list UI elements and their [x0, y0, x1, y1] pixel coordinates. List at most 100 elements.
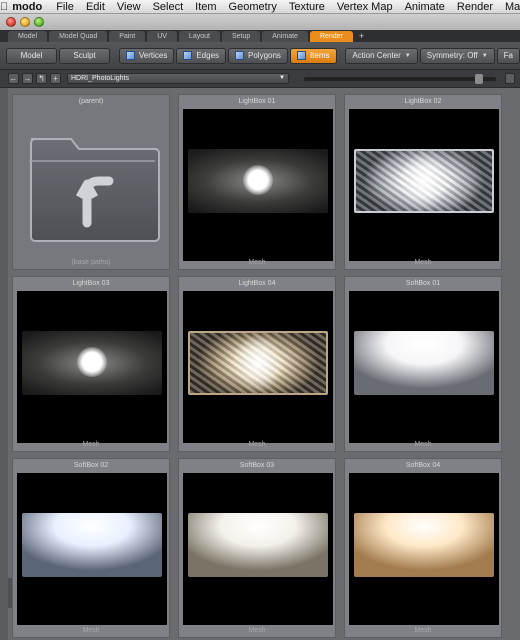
- cell-type: Mesh: [414, 441, 432, 448]
- cell-type: Mesh: [82, 441, 100, 448]
- chevron-down-icon: ▼: [404, 52, 411, 59]
- path-dropdown[interactable]: HDRI_PhotoLights ▼: [67, 73, 289, 84]
- preset-cell[interactable]: LightBox 04 Mesh: [178, 276, 336, 452]
- preset-cell[interactable]: LightBox 02 Mesh: [344, 94, 502, 270]
- cell-name: LightBox 01: [238, 98, 276, 105]
- cell-name: SoftBox 01: [405, 280, 441, 287]
- menu-overflow[interactable]: Ma: [499, 1, 520, 13]
- slider-knob[interactable]: [475, 74, 483, 84]
- tab-layout[interactable]: Layout: [178, 31, 220, 42]
- preset-cell[interactable]: SoftBox 03 Mesh: [178, 458, 336, 638]
- cell-type: Mesh: [248, 627, 266, 634]
- tab-animate[interactable]: Animate: [262, 31, 308, 42]
- zoom-window-button[interactable]: [34, 17, 44, 27]
- preset-cell[interactable]: SoftBox 04 Mesh: [344, 458, 502, 638]
- cell-type: Mesh: [414, 259, 432, 266]
- light-panel: [354, 513, 494, 577]
- menu-file[interactable]: File: [50, 1, 80, 13]
- cell-name: LightBox 04: [238, 280, 276, 287]
- preset-cell[interactable]: SoftBox 02 Mesh: [12, 458, 170, 638]
- menu-geometry[interactable]: Geometry: [223, 1, 283, 13]
- cell-type: Mesh: [82, 627, 100, 634]
- view-options-button[interactable]: [505, 73, 515, 84]
- vertices-mode-button[interactable]: Vertices: [118, 47, 175, 64]
- action-center-label: Action Center: [352, 50, 401, 60]
- light-glow: [243, 165, 273, 195]
- preset-thumbnail: [349, 473, 499, 625]
- chevron-down-icon: ▼: [279, 75, 285, 81]
- symmetry-dropdown[interactable]: Symmetry: Off ▼: [419, 47, 495, 64]
- preset-thumbnail: [349, 291, 499, 443]
- parent-folder-thumbnail: [17, 109, 167, 261]
- action-center-dropdown[interactable]: Action Center ▼: [345, 47, 418, 64]
- forward-arrow-icon[interactable]: →: [22, 73, 33, 84]
- parent-folder-cell[interactable]: (parent) (base paths): [12, 94, 170, 270]
- chevron-down-icon: ▼: [481, 52, 488, 59]
- apple-icon[interactable]: : [0, 1, 8, 13]
- model-button[interactable]: Model: [6, 47, 58, 64]
- cell-name: LightBox 02: [404, 98, 442, 105]
- add-tab-button[interactable]: +: [355, 31, 368, 42]
- back-arrow-icon[interactable]: ←: [8, 73, 19, 84]
- items-label: Items: [309, 50, 330, 60]
- preset-thumbnail: [349, 109, 499, 261]
- polygon-cube-icon: [235, 51, 245, 60]
- cell-footer: (base paths): [71, 259, 111, 266]
- preset-cell[interactable]: LightBox 03 Mesh: [12, 276, 170, 452]
- preset-browser-header: ← → ↰ + HDRI_PhotoLights ▼: [0, 70, 520, 88]
- symmetry-label: Symmetry: Off: [426, 50, 478, 60]
- edges-mode-button[interactable]: Edges: [176, 47, 227, 64]
- app-menu[interactable]: modo: [8, 1, 50, 13]
- item-cube-icon: [296, 51, 306, 60]
- menu-view[interactable]: View: [111, 1, 147, 13]
- tab-render[interactable]: Render: [309, 31, 353, 42]
- vertex-cube-icon: [125, 51, 135, 60]
- menu-item[interactable]: Item: [189, 1, 222, 13]
- light-panel: [354, 331, 494, 395]
- preset-cell[interactable]: SoftBox 01 Mesh: [344, 276, 502, 452]
- vertices-label: Vertices: [138, 50, 168, 60]
- up-folder-icon[interactable]: ↰: [36, 73, 47, 84]
- light-glow: [233, 333, 283, 393]
- menu-texture[interactable]: Texture: [283, 1, 331, 13]
- tab-setup[interactable]: Setup: [221, 31, 261, 42]
- cell-type: Mesh: [414, 627, 432, 634]
- add-icon[interactable]: +: [50, 73, 61, 84]
- cell-type: Mesh: [248, 259, 266, 266]
- cell-name: (parent): [78, 98, 104, 105]
- preset-thumbnail: [17, 473, 167, 625]
- tab-paint[interactable]: Paint: [109, 31, 146, 42]
- main-toolbar: Model Sculpt Vertices Edges Polygons Ite…: [0, 42, 520, 70]
- edges-label: Edges: [196, 50, 220, 60]
- light-glow: [77, 347, 107, 377]
- tab-uv[interactable]: UV: [147, 31, 177, 42]
- menu-vertex-map[interactable]: Vertex Map: [331, 1, 399, 13]
- falloff-dropdown[interactable]: Fa: [496, 47, 520, 64]
- tab-model[interactable]: Model: [8, 31, 48, 42]
- preset-thumbnail: [183, 473, 333, 625]
- layout-tab-bar: Model Model Quad Paint UV Layout Setup A…: [0, 30, 520, 42]
- close-window-button[interactable]: [6, 17, 16, 27]
- thumbnail-size-slider[interactable]: [304, 74, 496, 84]
- sculpt-button[interactable]: Sculpt: [59, 47, 111, 64]
- light-glow: [399, 151, 449, 211]
- preset-grid: (parent) (base paths) LightBox 01 Mesh Lig…: [0, 88, 520, 640]
- preset-cell[interactable]: LightBox 01 Mesh: [178, 94, 336, 270]
- cell-name: SoftBox 04: [405, 462, 441, 469]
- window-title-bar: [0, 14, 520, 30]
- menu-edit[interactable]: Edit: [80, 1, 111, 13]
- tab-model-quad[interactable]: Model Quad: [49, 31, 108, 42]
- polygons-mode-button[interactable]: Polygons: [228, 47, 288, 64]
- preset-thumbnail: [183, 109, 333, 261]
- edge-cube-icon: [183, 51, 193, 60]
- menu-render[interactable]: Render: [451, 1, 499, 13]
- cell-name: LightBox 03: [72, 280, 110, 287]
- items-mode-button[interactable]: Items: [289, 47, 337, 64]
- menu-animate[interactable]: Animate: [399, 1, 451, 13]
- preset-thumbnail: [17, 291, 167, 443]
- preset-thumbnail: [183, 291, 333, 443]
- polygons-label: Polygons: [248, 50, 281, 60]
- minimize-window-button[interactable]: [20, 17, 30, 27]
- menu-select[interactable]: Select: [147, 1, 190, 13]
- light-panel: [188, 513, 328, 577]
